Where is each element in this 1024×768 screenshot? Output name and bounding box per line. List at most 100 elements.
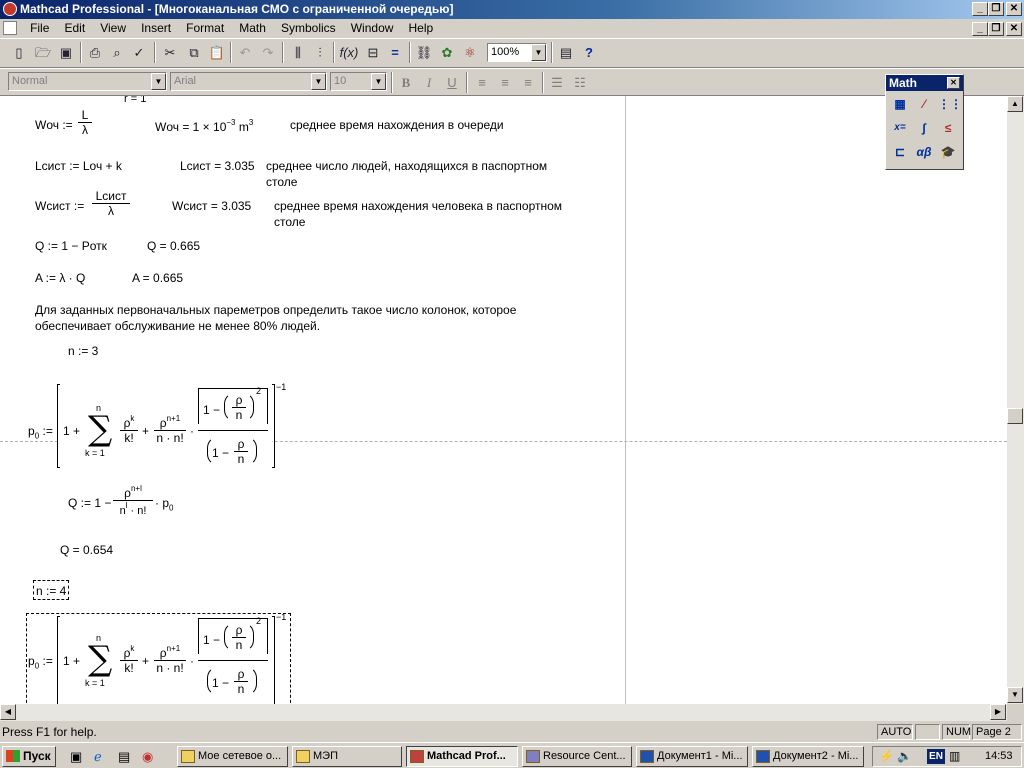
task-text-line2[interactable]: обеспечивает обслуживание не менее 80% л… <box>35 319 320 333</box>
insert-hyperlink-icon[interactable]: ⛓ <box>413 42 435 63</box>
calculate-icon[interactable]: = <box>384 42 406 63</box>
align-across-icon[interactable]: ⫼ <box>287 42 309 63</box>
calculus-icon[interactable]: ∫ <box>914 118 934 138</box>
scroll-down-icon[interactable]: ▼ <box>1007 687 1023 703</box>
worksheet[interactable]: r = 1 Wоч := L λ Wоч = 1 × 10−3 m3 средн… <box>0 96 1007 704</box>
chevron-down-icon[interactable]: ▼ <box>151 73 166 90</box>
q-definition[interactable]: Q := 1 − Pотк <box>35 239 107 253</box>
bold-button[interactable]: B <box>395 72 417 93</box>
font-select[interactable]: Arial ▼ <box>170 72 327 91</box>
new-icon[interactable]: ▯ <box>8 42 30 63</box>
w-sist-description-line1[interactable]: среднее время нахождения человека в пасп… <box>274 199 562 213</box>
task-resource-center[interactable]: Resource Cent... <box>522 746 632 767</box>
document-icon[interactable] <box>3 21 17 35</box>
menu-symbolics[interactable]: Symbolics <box>275 19 342 38</box>
quick-launch-app-icon[interactable]: ◉ <box>142 749 153 765</box>
open-icon[interactable]: 🗁 <box>32 42 54 63</box>
a-result[interactable]: A = 0.665 <box>132 271 183 285</box>
task-text-line1[interactable]: Для заданных первоначальных пареметров о… <box>35 303 516 317</box>
programming-icon[interactable]: ⊏ <box>890 142 910 162</box>
close-button[interactable]: ✕ <box>1006 2 1022 16</box>
network-icon[interactable]: ⚡ <box>879 747 894 766</box>
matrix-icon[interactable]: ⋮⋮ <box>938 94 962 114</box>
l-sist-description-line2[interactable]: столе <box>266 175 297 189</box>
print-icon[interactable]: ⎙ <box>84 42 106 63</box>
size-select[interactable]: 10 ▼ <box>330 72 387 91</box>
evaluation-icon[interactable]: x= <box>890 118 910 138</box>
greek-icon[interactable]: αβ <box>914 142 934 162</box>
align-down-icon[interactable]: ⫶ <box>309 42 331 63</box>
numbering-icon[interactable]: ☷ <box>569 72 591 93</box>
scroll-up-icon[interactable]: ▲ <box>1007 96 1023 112</box>
resource-center-icon[interactable]: ▤ <box>555 42 577 63</box>
scroll-left-icon[interactable]: ◀ <box>0 704 16 720</box>
chevron-down-icon[interactable]: ▼ <box>371 73 386 90</box>
cut-icon[interactable]: ✂ <box>159 42 181 63</box>
w-och-definition[interactable]: Wоч := <box>35 118 73 132</box>
maximize-button[interactable]: ❐ <box>988 2 1004 16</box>
menu-view[interactable]: View <box>94 19 132 38</box>
w-och-description[interactable]: среднее время нахождения в очереди <box>290 118 504 132</box>
menu-file[interactable]: File <box>24 19 55 38</box>
menu-math[interactable]: Math <box>233 19 272 38</box>
vertical-scrollbar[interactable]: ▲ ▼ <box>1007 96 1024 704</box>
horizontal-scrollbar[interactable]: ◀ ▶ <box>0 704 1007 721</box>
q-result[interactable]: Q = 0.665 <box>147 239 200 253</box>
bullets-icon[interactable]: ☰ <box>546 72 568 93</box>
palette-close-button[interactable]: ✕ <box>947 77 960 89</box>
graph-icon[interactable]: ⁄ <box>914 94 934 114</box>
task-network-places[interactable]: Мое сетевое о... <box>177 746 288 767</box>
style-select[interactable]: Normal ▼ <box>8 72 167 91</box>
scroll-thumb[interactable] <box>1007 408 1023 424</box>
clock[interactable]: 14:53 <box>985 747 1013 766</box>
calculator-icon[interactable]: ▦ <box>890 94 910 114</box>
minimize-button[interactable]: _ <box>972 2 988 16</box>
insert-function-icon[interactable]: f(x) <box>338 42 360 63</box>
menu-help[interactable]: Help <box>402 19 439 38</box>
a-definition[interactable]: A := λ · Q <box>35 271 85 285</box>
menu-format[interactable]: Format <box>180 19 230 38</box>
doc-minimize-button[interactable]: _ <box>972 22 988 36</box>
l-sist-result[interactable]: Lсист = 3.035 <box>180 159 255 173</box>
l-sist-description-line1[interactable]: среднее число людей, находящихся в паспо… <box>266 159 547 173</box>
tray-app-icon[interactable]: ▥ <box>949 747 960 766</box>
w-sist-definition[interactable]: Wсист := <box>35 199 84 213</box>
language-indicator[interactable]: EN <box>927 749 945 764</box>
align-left-icon[interactable]: ≡ <box>471 72 493 93</box>
l-sist-definition[interactable]: Lсист := Lоч + k <box>35 159 122 173</box>
save-icon[interactable]: ▣ <box>55 42 77 63</box>
w-sist-description-line2[interactable]: столе <box>274 215 305 229</box>
menu-edit[interactable]: Edit <box>58 19 91 38</box>
component-wizard-icon[interactable]: ✿ <box>436 42 458 63</box>
scroll-right-icon[interactable]: ▶ <box>990 704 1006 720</box>
print-preview-icon[interactable]: ⌕ <box>106 42 128 63</box>
task-mep[interactable]: МЭП <box>292 746 402 767</box>
chevron-down-icon[interactable]: ▼ <box>531 44 546 61</box>
math-palette[interactable]: Math ✕ ▦ ⁄ ⋮⋮ x= ∫ ≤ ⊏ αβ 🎓 <box>885 74 964 170</box>
zoom-select[interactable]: 100% ▼ <box>487 43 547 62</box>
w-och-result[interactable]: Wоч = 1 × 10−3 m3 <box>155 118 253 134</box>
insert-unit-icon[interactable]: ⊟ <box>362 42 384 63</box>
quick-launch-icon[interactable]: ▤ <box>118 749 130 765</box>
task-document1[interactable]: Документ1 - Mi... <box>636 746 748 767</box>
copy-icon[interactable]: ⧉ <box>183 42 205 63</box>
menu-insert[interactable]: Insert <box>135 19 177 38</box>
w-sist-result[interactable]: Wсист = 3.035 <box>172 199 251 213</box>
underline-button[interactable]: U <box>441 72 463 93</box>
undo-icon[interactable]: ↶ <box>234 42 256 63</box>
symbolic-icon[interactable]: 🎓 <box>938 142 958 162</box>
align-center-icon[interactable]: ≡ <box>494 72 516 93</box>
task-document2[interactable]: Документ2 - Mi... <box>752 746 864 767</box>
show-desktop-icon[interactable]: ▣ <box>70 749 82 765</box>
italic-button[interactable]: I <box>418 72 440 93</box>
doc-close-button[interactable]: ✕ <box>1006 22 1022 36</box>
q2-result[interactable]: Q = 0.654 <box>60 543 113 557</box>
align-right-icon[interactable]: ≡ <box>517 72 539 93</box>
doc-restore-button[interactable]: ❐ <box>988 22 1004 36</box>
n4-definition[interactable]: n := 4 <box>36 584 66 598</box>
menu-window[interactable]: Window <box>345 19 400 38</box>
spellcheck-icon[interactable]: ✓ <box>128 42 150 63</box>
math-palette-header[interactable]: Math ✕ <box>886 75 963 91</box>
n3-definition[interactable]: n := 3 <box>68 344 98 358</box>
paste-icon[interactable]: 📋 <box>206 42 228 63</box>
